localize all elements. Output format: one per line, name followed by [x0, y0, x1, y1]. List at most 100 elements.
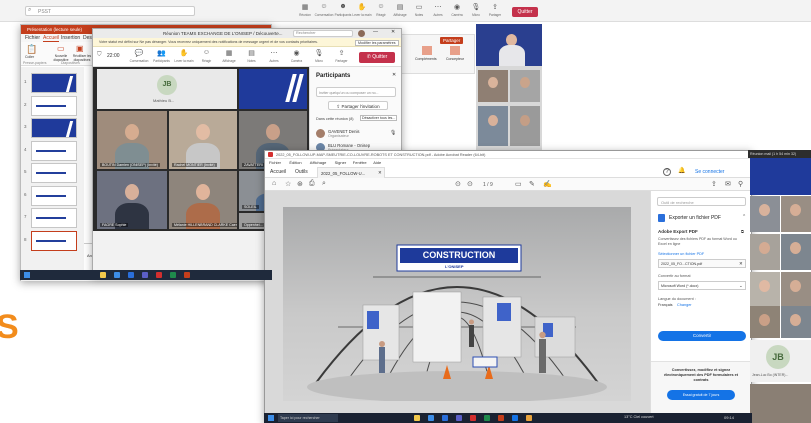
taskbar-app-icon[interactable]: [442, 415, 448, 421]
addins-icon[interactable]: [422, 46, 432, 55]
taskbar-app-icon[interactable]: [498, 415, 504, 421]
taskbar-app-icon[interactable]: [470, 415, 476, 421]
top-toolbar-icon-10[interactable]: ⇪: [486, 3, 504, 11]
windows-start-icon[interactable]: [24, 272, 30, 278]
sign-icon[interactable]: ✍: [543, 180, 552, 188]
top-toolbar-icon-7[interactable]: ⋯: [429, 3, 447, 11]
participants-icon[interactable]: 👥: [152, 49, 172, 57]
acrobat-help-icon[interactable]: ?: [663, 168, 671, 176]
top-toolbar-icon-4[interactable]: ☺: [372, 3, 390, 10]
mic-icon[interactable]: 🎙: [309, 49, 329, 57]
taskbar-app-icon[interactable]: [156, 272, 162, 278]
taskbar-app-icon[interactable]: [428, 415, 434, 421]
ppt-tab-insertion[interactable]: Insertion: [61, 35, 80, 41]
top-toolbar-icon-0[interactable]: ▦: [296, 3, 314, 11]
mail-icon[interactable]: ✉: [725, 180, 731, 188]
taskbar-app-icon[interactable]: [100, 272, 106, 278]
search-box[interactable]: ⌕ PSST: [25, 6, 195, 16]
upload-icon[interactable]: ⊛: [297, 180, 303, 188]
file-field[interactable]: 2022_05_FO...CTION.pdf ✕: [658, 259, 746, 268]
slide-thumbnail[interactable]: [31, 140, 77, 161]
share-pdf-icon[interactable]: ⇪: [711, 180, 717, 188]
windows-start-icon[interactable]: [268, 415, 274, 421]
slide-thumbnail[interactable]: [31, 185, 77, 206]
doc-lang-change-link[interactable]: Changer: [677, 303, 692, 307]
top-leave-button[interactable]: Quitter: [512, 7, 538, 17]
taskbar-app-icon[interactable]: [414, 415, 420, 421]
acrobat-menu-item[interactable]: Fenêtre: [353, 160, 367, 165]
promo-trial-button[interactable]: Essai gratuit de 7 jours: [667, 390, 735, 400]
ppt-tab-fichier[interactable]: Fichier: [25, 35, 40, 41]
home-icon[interactable]: ⌂: [272, 180, 276, 187]
new-slide-icon[interactable]: ▭: [57, 44, 65, 53]
taskbar-app-icon[interactable]: [184, 272, 190, 278]
chat-icon[interactable]: 💬: [129, 49, 149, 57]
file-remove-icon[interactable]: ✕: [739, 261, 743, 267]
more-icon[interactable]: ⋯: [264, 49, 284, 57]
notes-icon[interactable]: ▤: [242, 49, 262, 57]
acrobat-doc-tab[interactable]: 2022_05_FOLLOW-U... ✕: [317, 167, 385, 178]
top-toolbar-icon-1[interactable]: ☺: [315, 3, 333, 10]
acrobat-menu-item[interactable]: Affichage: [310, 160, 327, 165]
top-toolbar-icon-2[interactable]: ☻: [334, 3, 352, 10]
teams-notification-action[interactable]: Modifier les paramètres: [355, 39, 399, 46]
share-icon[interactable]: ⇪: [332, 49, 352, 57]
view-icon[interactable]: ▦: [219, 49, 239, 57]
top-toolbar-icon-9[interactable]: 🎙: [467, 3, 485, 11]
slide-thumbnail[interactable]: [31, 118, 77, 138]
share-invite-button[interactable]: ⇪ Partager l'invitation: [328, 101, 388, 110]
link-icon[interactable]: ⚲: [738, 180, 743, 188]
bell-icon[interactable]: 🔔: [678, 167, 685, 174]
close-icon[interactable]: ✕: [391, 29, 395, 35]
reactions-icon[interactable]: ☺: [197, 49, 217, 56]
acrobat-connect-link[interactable]: Se connecter: [695, 169, 724, 175]
teams-avatar-jb[interactable]: JB: [157, 75, 177, 95]
paste-icon[interactable]: 📋: [26, 44, 37, 55]
top-toolbar-icon-6[interactable]: ▭: [410, 3, 428, 11]
slide-thumbnail[interactable]: [31, 73, 77, 93]
acrobat-menu-item[interactable]: Édition: [289, 160, 301, 165]
page-down-icon[interactable]: ⊙: [467, 180, 473, 188]
mute-all-button[interactable]: Désactiver tous les...: [360, 115, 398, 121]
zoom-icon[interactable]: ⌕: [322, 180, 326, 188]
export-collapse-icon[interactable]: ⌃: [742, 214, 746, 220]
export-pdf-title[interactable]: Exporter un fichier PDF: [669, 215, 721, 221]
slide-thumbnail[interactable]: [31, 230, 77, 251]
page-up-icon[interactable]: ⊙: [455, 180, 461, 188]
taskbar-app-icon[interactable]: [114, 272, 120, 278]
participants-invite-input[interactable]: Inviter quelqu'un ou composer un no...: [316, 87, 396, 97]
taskbar-app-icon[interactable]: [170, 272, 176, 278]
teams-leave-button[interactable]: ✆ Quitter: [359, 52, 395, 63]
acrobat-tab-tools[interactable]: Outils: [295, 169, 308, 175]
camera-icon[interactable]: ◉: [287, 49, 307, 57]
slide-thumbnail[interactable]: [31, 95, 77, 116]
format-select[interactable]: Microsoft Word (*.docx) ⌄: [658, 281, 746, 290]
minimize-icon[interactable]: —: [373, 29, 378, 35]
taskbar-app-icon[interactable]: [526, 415, 532, 421]
page-indicator[interactable]: 1 / 9: [483, 182, 493, 188]
reuse-slides-icon[interactable]: ▣: [76, 44, 84, 53]
taskbar-search[interactable]: Taper ici pour rechercher: [278, 414, 338, 422]
acrobat-menu-item[interactable]: Aide: [373, 160, 381, 165]
teams-user-avatar[interactable]: [358, 30, 365, 37]
top-toolbar-icon-5[interactable]: ▤: [391, 3, 409, 11]
raise-hand-icon[interactable]: ✋: [174, 49, 194, 57]
slide-thumbnail[interactable]: [31, 163, 77, 183]
participants-close-icon[interactable]: ✕: [392, 72, 396, 78]
slide-thumbnail[interactable]: [31, 208, 77, 228]
acrobat-menu-item[interactable]: Fichier: [269, 160, 281, 165]
tool-search-input[interactable]: Outil de recherche: [657, 197, 746, 206]
gallery-avatar-jb[interactable]: JB: [766, 345, 790, 369]
designer-icon[interactable]: [450, 46, 460, 55]
teams-search-box[interactable]: Rechercher: [293, 30, 353, 37]
acrobat-tab-home[interactable]: Accueil: [270, 169, 286, 175]
top-toolbar-icon-3[interactable]: ✋: [353, 3, 371, 11]
top-toolbar-icon-8[interactable]: ◉: [448, 3, 466, 11]
taskbar-app-icon[interactable]: [484, 415, 490, 421]
acrobat-menu-item[interactable]: Signer: [335, 160, 347, 165]
print-icon[interactable]: ⎙: [309, 180, 315, 188]
pen-icon[interactable]: ✎: [529, 180, 535, 188]
convert-button[interactable]: Convertir: [658, 331, 746, 341]
comment-icon[interactable]: ▭: [515, 180, 522, 188]
participant-1-mic-icon[interactable]: 🎙: [390, 130, 396, 136]
